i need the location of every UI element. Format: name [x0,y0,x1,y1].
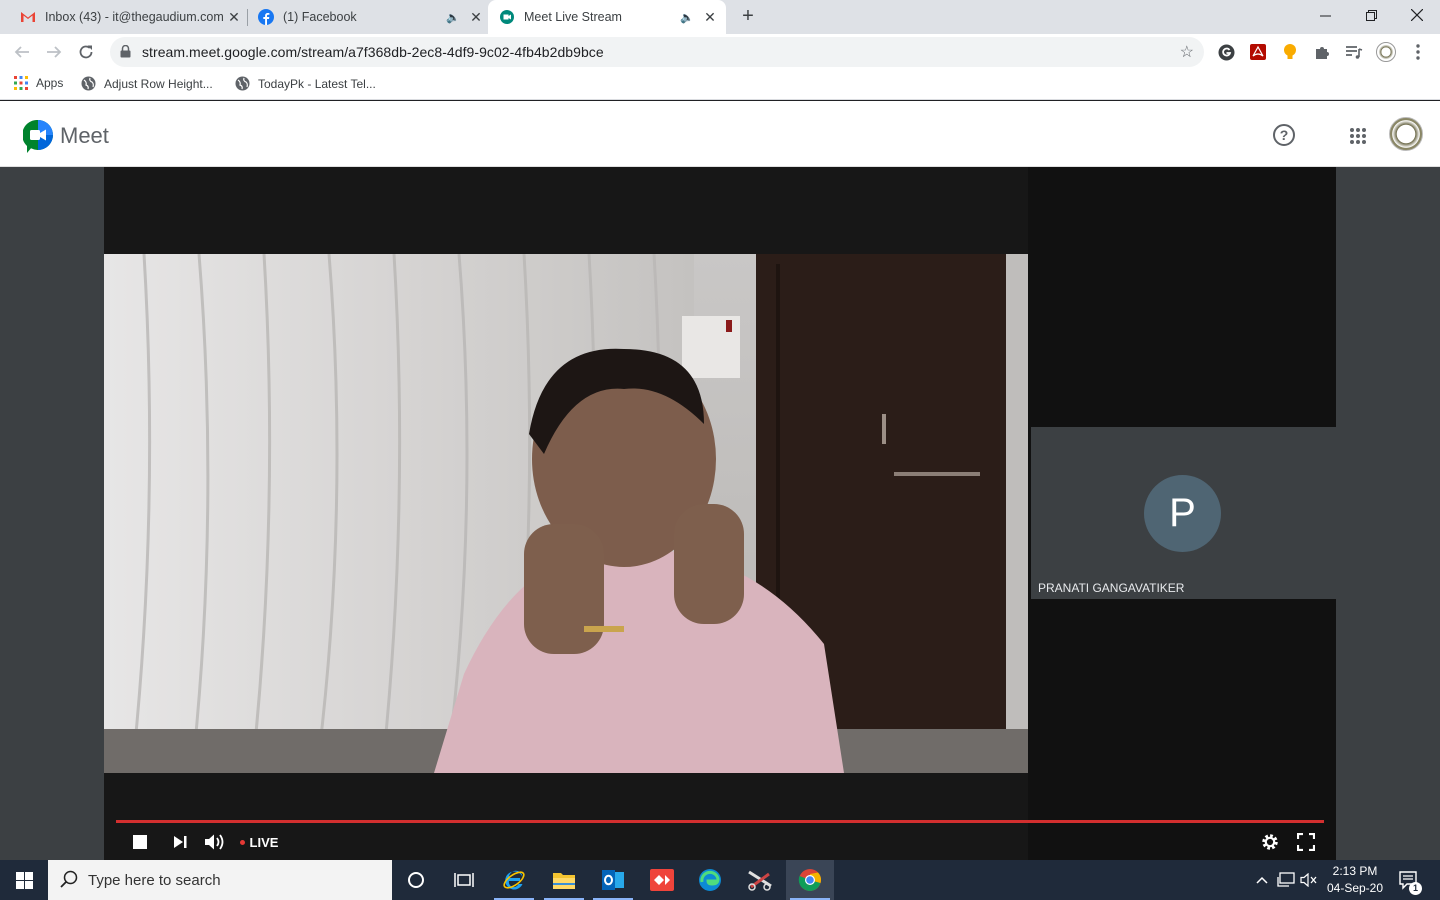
reload-button[interactable] [76,42,96,62]
meet-header: Meet ? [0,101,1440,167]
tab-meet-live-stream[interactable]: Meet Live Stream 🔈 ✕ [488,0,726,34]
bookmark-todaypk[interactable]: TodayPk - Latest Tel... [235,76,376,91]
search-placeholder: Type here to search [88,872,221,889]
outlook-icon[interactable] [589,860,637,900]
participants-panel: P PRANATI GANGAVATIKER [1028,167,1336,860]
meet-brand-text: Meet [60,123,109,148]
bookmark-label: Apps [36,76,64,90]
bookmark-label: Adjust Row Height... [104,76,213,91]
tab-separator [247,9,248,26]
browser-toolbar: stream.meet.google.com/stream/a7f368db-2… [0,34,1440,70]
forward-button[interactable] [44,42,64,62]
volume-button[interactable] [202,831,228,853]
stream-progress-bar[interactable] [116,820,1324,823]
close-tab-icon[interactable]: ✕ [702,9,718,25]
minimize-button[interactable] [1302,0,1348,30]
close-tab-icon[interactable]: ✕ [468,9,484,25]
grammarly-extension-icon[interactable] [1216,42,1236,62]
fullscreen-icon[interactable] [1295,831,1317,853]
acrobat-extension-icon[interactable] [1248,42,1268,62]
volume-muted-icon[interactable] [1298,860,1320,900]
globe-icon [235,76,250,91]
bookmarks-bar: Apps Adjust Row Height... TodayPk - Late… [0,70,1440,100]
media-queue-icon[interactable] [1344,42,1364,62]
participant-avatar: P [1144,475,1221,552]
stop-button[interactable] [130,831,150,853]
extensions-puzzle-icon[interactable] [1312,42,1332,62]
lightbulb-extension-icon[interactable] [1280,42,1300,62]
file-explorer-icon[interactable] [540,860,588,900]
bookmark-adjust-row-height[interactable]: Adjust Row Height... [81,76,213,91]
menu-kebab-icon[interactable] [1408,42,1428,62]
meet-logo-icon[interactable] [22,119,53,158]
help-icon[interactable]: ? [1273,124,1295,146]
back-button[interactable] [12,42,32,62]
lock-icon[interactable] [120,44,131,63]
clock-date: 04-Sep-20 [1326,881,1384,895]
network-icon[interactable] [1275,860,1297,900]
address-bar[interactable]: stream.meet.google.com/stream/a7f368db-2… [110,37,1204,67]
bookmark-apps[interactable]: Apps [14,76,63,90]
meet-icon [499,9,515,25]
tab-title: Meet Live Stream [524,10,622,24]
notification-count: 1 [1409,882,1422,895]
search-icon [60,870,78,893]
participant-name: PRANATI GANGAVATIKER [1038,581,1185,595]
main-video-feed[interactable] [104,254,1028,773]
restore-button[interactable] [1348,0,1394,30]
tab-title: (1) Facebook [283,10,357,24]
tab-gmail[interactable]: Inbox (43) - it@thegaudium.com ✕ [12,0,242,34]
profile-avatar[interactable] [1376,42,1396,62]
internet-explorer-icon[interactable] [490,860,538,900]
live-stream-player[interactable]: P PRANATI GANGAVATIKER LIVE [104,167,1336,860]
chrome-icon[interactable] [786,860,834,900]
gmail-icon [20,9,36,25]
tab-title: Inbox (43) - it@thegaudium.com [45,10,224,24]
taskbar-clock[interactable]: 2:13 PM 04-Sep-20 [1322,863,1388,897]
facebook-icon [258,9,274,25]
live-label: LIVE [249,834,279,850]
edge-icon[interactable] [686,860,734,900]
close-tab-icon[interactable]: ✕ [226,9,242,25]
url-text: stream.meet.google.com/stream/a7f368db-2… [142,44,604,60]
speaker-icon[interactable]: 🔈 [446,11,460,24]
windows-start-icon[interactable] [0,860,48,900]
cortana-icon[interactable] [392,860,440,900]
windows-taskbar: Type here to search 2:13 PM 04-Sep-20 1 [0,860,1440,900]
show-hidden-icons-chevron[interactable] [1252,860,1272,900]
task-view-icon[interactable] [440,860,488,900]
bookmark-label: TodayPk - Latest Tel... [258,76,376,91]
google-apps-icon[interactable] [1350,128,1366,144]
participant-tile[interactable]: P PRANATI GANGAVATIKER [1031,427,1336,599]
tab-strip: Inbox (43) - it@thegaudium.com ✕ (1) Fac… [0,0,1440,34]
video-frame-image [104,254,1028,773]
tab-facebook[interactable]: (1) Facebook 🔈 ✕ [252,0,484,34]
live-indicator: LIVE [238,831,280,853]
next-button[interactable] [168,831,192,853]
close-window-button[interactable] [1394,0,1440,30]
notification-center-icon[interactable]: 1 [1396,860,1422,900]
live-dot [239,839,245,845]
apps-grid-icon [14,76,28,90]
globe-icon [81,76,96,91]
settings-gear-icon[interactable] [1259,831,1281,853]
snipping-tool-icon[interactable] [736,860,784,900]
anydesk-icon[interactable] [638,860,686,900]
account-avatar[interactable] [1389,117,1423,151]
bookmark-star-icon[interactable]: ☆ [1180,42,1194,62]
taskbar-search-input[interactable]: Type here to search [48,860,392,900]
new-tab-button[interactable]: + [738,6,758,26]
speaker-icon[interactable]: 🔈 [680,11,694,24]
clock-time: 2:13 PM [1332,864,1378,878]
